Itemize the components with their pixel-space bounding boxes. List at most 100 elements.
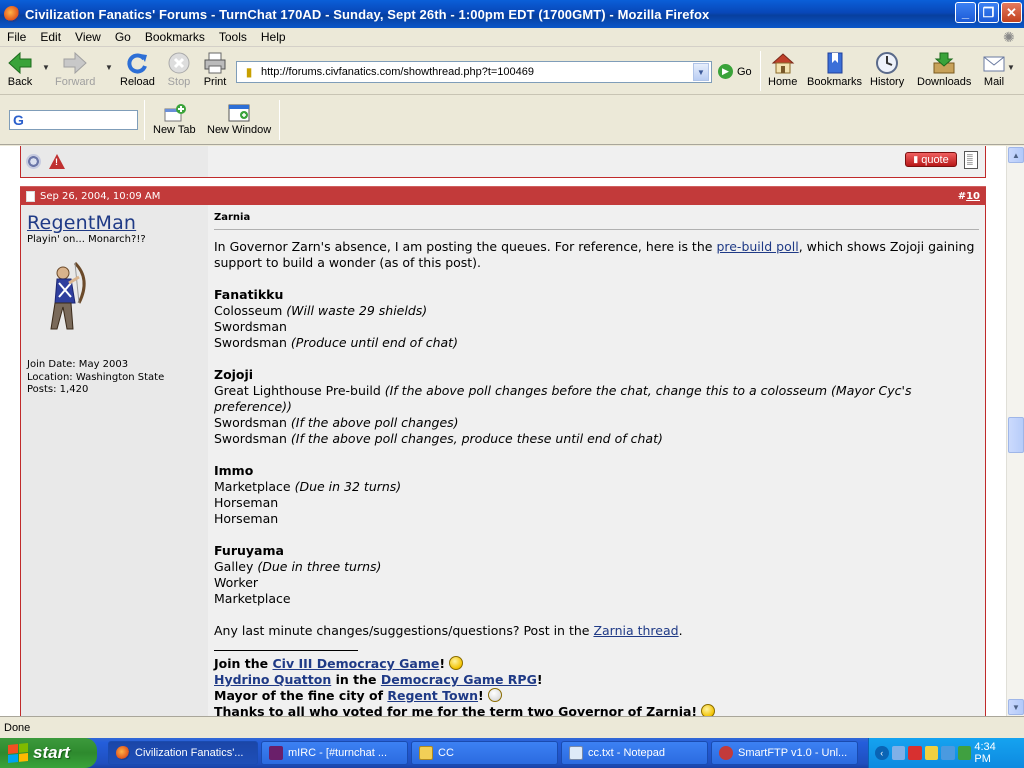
taskbar-item-firefox[interactable]: Civilization Fanatics'... (108, 741, 258, 765)
print-label: Print (203, 76, 227, 88)
tray-expand-icon[interactable]: ‹ (875, 746, 889, 760)
window-title: Civilization Fanatics' Forums - TurnChat… (25, 6, 710, 22)
scrollbar-thumb[interactable] (1008, 417, 1024, 453)
stop-label: Stop (167, 76, 191, 88)
mail-dropdown-icon[interactable]: ▼ (1007, 63, 1015, 72)
city-name: Fanatikku (214, 287, 284, 302)
new-window-icon (225, 102, 253, 124)
window-titlebar[interactable]: Civilization Fanatics' Forums - TurnChat… (0, 0, 1024, 28)
menu-view[interactable]: View (68, 30, 108, 44)
mirc-icon (269, 746, 283, 760)
page-viewport[interactable]: ! ▮ quote ═ ═ ═ Sep 26, 2004, 10:09 AM #10 … (0, 146, 1006, 716)
taskbar-item-smartftp[interactable]: SmartFTP v1.0 - Unl... (711, 741, 858, 765)
user-info-panel: RegentMan Playin' on... Monarch?!? Join … (21, 205, 208, 716)
quote-icon: ▮ (913, 154, 919, 164)
downloads-label: Downloads (917, 76, 972, 88)
taskbar-item-mirc[interactable]: mIRC - [#turnchat ... (261, 741, 408, 765)
civ3-democracy-game-link[interactable]: Civ III Democracy Game (272, 656, 439, 671)
hydrino-quatton-link[interactable]: Hydrino Quatton (214, 672, 331, 687)
smile-smiley-icon (701, 704, 716, 716)
tray-network-icon[interactable] (891, 746, 906, 760)
forward-arrow-icon (61, 50, 89, 76)
menu-file[interactable]: File (0, 30, 33, 44)
menu-edit[interactable]: Edit (33, 30, 68, 44)
menu-bookmarks[interactable]: Bookmarks (138, 30, 212, 44)
smartftp-icon (719, 746, 733, 760)
tray-app-icon[interactable] (924, 746, 939, 760)
reload-button[interactable]: Reload (120, 50, 155, 88)
forward-dropdown-icon[interactable]: ▼ (105, 63, 113, 72)
url-bar[interactable]: ▮ ▼ (236, 61, 712, 83)
back-dropdown-icon[interactable]: ▼ (42, 63, 50, 72)
scroll-up-arrow-icon[interactable]: ▲ (1008, 147, 1024, 163)
report-post-icon[interactable]: ! (49, 154, 65, 169)
avatar (45, 259, 95, 339)
history-button[interactable]: History (870, 50, 904, 88)
home-button[interactable]: Home (768, 50, 797, 88)
toolbar-separator (760, 51, 761, 91)
url-input[interactable] (261, 66, 693, 78)
mail-label: Mail (983, 76, 1005, 88)
zarnia-thread-link[interactable]: Zarnia thread (593, 623, 678, 638)
city-name: Zojoji (214, 367, 254, 382)
tray-daemon-icon[interactable] (957, 746, 972, 760)
post-date: Sep 26, 2004, 10:09 AM (40, 190, 161, 202)
firefox-icon (4, 6, 20, 22)
multiquote-icon[interactable]: ═ ═ ═ (964, 151, 978, 169)
menu-help[interactable]: Help (254, 30, 293, 44)
post-number-link[interactable]: 10 (966, 191, 980, 202)
print-button[interactable]: Print (201, 50, 229, 88)
scroll-down-arrow-icon[interactable]: ▼ (1008, 699, 1024, 715)
taskbar-item-notepad[interactable]: cc.txt - Notepad (561, 741, 708, 765)
username-link[interactable]: RegentMan (27, 212, 202, 234)
minimize-button[interactable]: _ (955, 2, 976, 23)
back-button[interactable]: Back (6, 50, 34, 88)
throbber-icon: ✺ (1003, 29, 1015, 45)
reload-label: Reload (120, 76, 155, 88)
mail-icon (980, 50, 1008, 76)
vertical-scrollbar[interactable]: ▲ ▼ (1006, 146, 1024, 716)
new-window-button[interactable]: New Window (207, 102, 271, 136)
new-tab-button[interactable]: New Tab (153, 102, 196, 136)
menu-tools[interactable]: Tools (212, 30, 254, 44)
home-icon (769, 50, 797, 76)
go-arrow-icon: ▶ (718, 64, 733, 79)
post-number: #10 (957, 190, 980, 202)
google-search-box[interactable]: G (9, 110, 138, 130)
mail-button[interactable]: Mail (980, 50, 1008, 88)
tray-zonealarm-icon[interactable] (908, 746, 922, 760)
previous-post-footer: ! ▮ quote ═ ═ ═ (20, 146, 986, 178)
pre-build-poll-link[interactable]: pre-build poll (716, 239, 798, 254)
post-outro: Any last minute changes/suggestions/ques… (214, 623, 683, 638)
bookmarks-label: Bookmarks (807, 76, 863, 88)
grin-smiley-icon (488, 688, 503, 702)
tray-volume-icon[interactable] (941, 746, 955, 760)
bookmarks-button[interactable]: Bookmarks (807, 50, 862, 88)
post-title: Zarnia (214, 210, 979, 230)
maximize-button[interactable]: ❐ (978, 2, 999, 23)
google-icon[interactable]: G (13, 112, 31, 128)
history-clock-icon (873, 50, 901, 76)
url-dropdown-icon[interactable]: ▼ (693, 63, 709, 81)
downloads-button[interactable]: Downloads (917, 50, 971, 88)
downloads-icon (930, 50, 958, 76)
democracy-game-rpg-link[interactable]: Democracy Game RPG (381, 672, 537, 687)
forward-button[interactable]: Forward (55, 50, 95, 88)
regent-town-link[interactable]: Regent Town (387, 688, 478, 703)
folder-icon (419, 746, 433, 760)
go-button[interactable]: ▶ Go (718, 64, 752, 79)
bookmarks-icon (821, 50, 849, 76)
new-tab-icon (160, 102, 188, 124)
menu-go[interactable]: Go (108, 30, 138, 44)
quote-button[interactable]: ▮ quote (905, 152, 957, 167)
page-icon: ▮ (245, 65, 253, 79)
offline-status-icon (26, 154, 41, 169)
start-button[interactable]: start (0, 738, 97, 768)
stop-button[interactable]: Stop (165, 50, 193, 88)
city-name: Furuyama (214, 543, 284, 558)
cool-smiley-icon (449, 656, 464, 670)
stop-icon (165, 50, 193, 76)
secondary-toolbar: G New Tab New Window (0, 96, 1024, 145)
close-button[interactable]: ✕ (1001, 2, 1022, 23)
taskbar-item-folder[interactable]: CC (411, 741, 558, 765)
